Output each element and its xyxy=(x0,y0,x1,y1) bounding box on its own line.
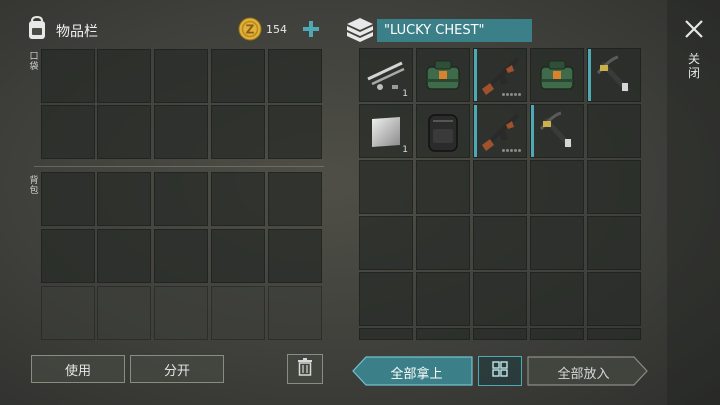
plus-icon[interactable] xyxy=(300,18,322,40)
green-supply-bag-icon xyxy=(540,60,574,90)
chest-slot[interactable] xyxy=(530,160,584,214)
use-button[interactable]: 使用 xyxy=(31,355,125,383)
chest-slot-item-assault-rifle[interactable] xyxy=(473,48,527,102)
backpack-slot[interactable] xyxy=(211,229,265,283)
pocket-slot[interactable] xyxy=(268,49,322,103)
chest-slot-item-assault-rifle[interactable] xyxy=(473,104,527,158)
pocket-slot[interactable] xyxy=(268,105,322,159)
locked-backpack-slot xyxy=(154,286,208,340)
chest-slot-item-green-supply-bag[interactable] xyxy=(530,48,584,102)
chest-slot[interactable] xyxy=(359,272,413,326)
chest-slot[interactable] xyxy=(473,216,527,270)
chest-slot[interactable] xyxy=(359,216,413,270)
chest-slot-item-crossbow[interactable] xyxy=(530,104,584,158)
chest-slot[interactable] xyxy=(587,104,641,158)
currency-amount: 154 xyxy=(266,23,287,36)
gold-coin-icon: Z xyxy=(238,17,262,41)
chest-slot[interactable] xyxy=(473,328,527,340)
backpack-slot[interactable] xyxy=(268,229,322,283)
pocket-slot[interactable] xyxy=(41,49,95,103)
pocket-slot[interactable] xyxy=(97,105,151,159)
crossbow-icon xyxy=(539,111,573,149)
pocket-slot[interactable] xyxy=(41,105,95,159)
pocket-slot[interactable] xyxy=(97,49,151,103)
pocket-slot[interactable] xyxy=(211,105,265,159)
pocket-slot[interactable] xyxy=(154,105,208,159)
chest-box-icon xyxy=(345,16,375,42)
trash-icon xyxy=(297,358,313,380)
backpack-slot[interactable] xyxy=(211,172,265,226)
backpack-slot[interactable] xyxy=(154,229,208,283)
chest-slot[interactable] xyxy=(473,272,527,326)
chest-slot-item-pipe-parts[interactable]: 1 xyxy=(359,48,413,102)
chest-slot[interactable] xyxy=(587,216,641,270)
locked-backpack-slot xyxy=(211,286,265,340)
pocket-slot[interactable] xyxy=(154,49,208,103)
take-all-button[interactable]: 全部拿上 xyxy=(352,356,473,386)
chest-slot-item-black-backpack[interactable] xyxy=(416,104,470,158)
close-icon xyxy=(683,18,705,44)
backpack-icon xyxy=(24,15,50,41)
svg-text:Z: Z xyxy=(246,23,255,37)
green-supply-bag-icon xyxy=(426,60,460,90)
grid-icon xyxy=(492,361,508,381)
chest-slot[interactable] xyxy=(530,328,584,340)
chest-slot[interactable] xyxy=(359,328,413,340)
durability-dots xyxy=(502,149,521,152)
durability-dots xyxy=(502,93,521,96)
locked-backpack-slot xyxy=(41,286,95,340)
locked-backpack-slot xyxy=(268,286,322,340)
chest-slot[interactable] xyxy=(473,160,527,214)
chest-slot[interactable] xyxy=(416,160,470,214)
chest-slot[interactable] xyxy=(359,160,413,214)
backpack-slot[interactable] xyxy=(41,229,95,283)
chest-slot[interactable] xyxy=(587,160,641,214)
item-quantity: 1 xyxy=(402,89,408,99)
chest-title: "LUCKY CHEST" xyxy=(384,23,485,38)
pocket-slot[interactable] xyxy=(211,49,265,103)
sort-grid-button[interactable] xyxy=(478,356,522,386)
close-label: 关闭 xyxy=(687,52,700,80)
section-divider xyxy=(34,166,324,167)
crossbow-icon xyxy=(596,55,630,93)
chest-slot[interactable] xyxy=(587,328,641,340)
inventory-title: 物品栏 xyxy=(56,24,98,40)
trash-button[interactable] xyxy=(287,354,323,384)
chest-slot[interactable] xyxy=(530,216,584,270)
backpack-slot[interactable] xyxy=(41,172,95,226)
backpack-slot[interactable] xyxy=(154,172,208,226)
pocket-label: 口袋 xyxy=(29,52,39,72)
black-backpack-icon xyxy=(428,114,458,152)
backpack-label: 背包 xyxy=(29,176,39,196)
locked-backpack-slot xyxy=(97,286,151,340)
item-quantity: 1 xyxy=(402,145,408,155)
chest-slot[interactable] xyxy=(416,216,470,270)
put-all-label: 全部放入 xyxy=(557,367,610,382)
backpack-slot[interactable] xyxy=(97,172,151,226)
backpack-slot[interactable] xyxy=(268,172,322,226)
chest-slot[interactable] xyxy=(416,328,470,340)
close-button[interactable]: 关闭 xyxy=(681,18,707,88)
put-all-button[interactable]: 全部放入 xyxy=(527,356,648,386)
chest-slot[interactable] xyxy=(530,272,584,326)
chest-slot-item-green-supply-bag[interactable] xyxy=(416,48,470,102)
chest-slot[interactable] xyxy=(587,272,641,326)
chest-slot-item-crossbow[interactable] xyxy=(587,48,641,102)
chest-slot-item-metal-plate[interactable]: 1 xyxy=(359,104,413,158)
backpack-slot[interactable] xyxy=(97,229,151,283)
chest-slot[interactable] xyxy=(416,272,470,326)
split-button[interactable]: 分开 xyxy=(130,355,224,383)
take-all-label: 全部拿上 xyxy=(390,367,443,382)
